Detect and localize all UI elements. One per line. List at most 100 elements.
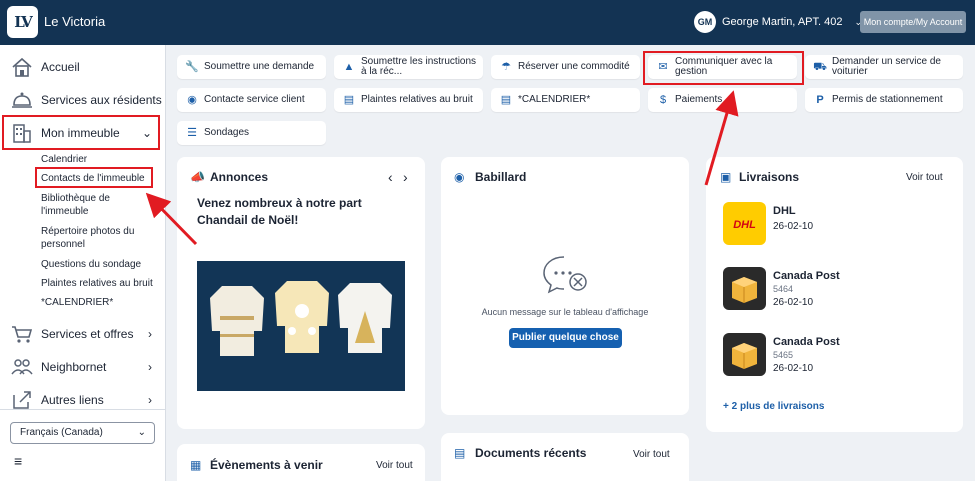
delivery-number: 5464 [773,284,794,294]
sidebar-item-label: Services aux résidents [41,93,162,107]
user-menu[interactable]: GM George Martin, APT. 402 ⌄ [694,10,862,34]
delivery-number: 5465 [773,350,794,360]
quick-action-paiements[interactable]: $ Paiements [648,88,797,112]
delivery-date: 26-02-10 [773,363,814,374]
people-icon [10,356,34,378]
sidebar-item-label: Services et offres [41,327,134,341]
highlight-box-communiquer [643,51,804,85]
prev-arrow-icon[interactable]: ‹ [388,169,393,185]
sub-item-calendrier[interactable]: Calendrier [41,153,159,166]
highlight-box-contacts [35,167,153,188]
document-icon: ▤ [500,94,512,106]
language-value: Français (Canada) [20,427,103,438]
package-box-icon [723,333,766,376]
document-icon: ▤ [454,446,466,460]
delivery-item[interactable]: Canada Post 5465 26-02-10 [723,333,923,381]
documents-title: Documents récents [475,446,587,460]
collapse-menu-icon[interactable]: ≡ [14,453,22,469]
livraisons-see-all-link[interactable]: Voir tout [906,172,943,183]
user-name: George Martin, APT. 402 [722,16,843,28]
sidebar-item-label: Accueil [41,60,80,74]
next-arrow-icon[interactable]: › [403,169,408,185]
quick-action-stationnement[interactable]: P Permis de stationnement [805,88,963,112]
umbrella-icon: ☂ [501,61,511,73]
quick-action-voiturier[interactable]: ⛟ Demander un service de voiturier [805,55,963,79]
chevron-down-icon: ⌄ [137,427,146,438]
home-icon [10,56,34,78]
sub-item-plaintes-bruit[interactable]: Plaintes relatives au bruit [41,277,159,290]
livraisons-title: Livraisons [739,170,800,184]
documents-see-all-link[interactable]: Voir tout [633,449,670,460]
evenements-title: Évènements à venir [210,458,323,472]
publish-button[interactable]: Publier quelque chose [509,328,622,348]
bell-desk-icon: ▲ [343,61,355,73]
annonce-headline[interactable]: Venez nombreux à notre part Chandail de … [197,195,407,229]
quick-action-label: Permis de stationnement [832,94,943,105]
documents-card: ▤ Documents récents Voir tout [441,433,689,481]
highlight-box-mon-immeuble [2,115,160,150]
parking-icon: P [816,94,824,106]
document-icon: ▤ [343,94,355,106]
sidebar-item-services-offres[interactable]: Services et offres › [0,319,166,349]
megaphone-icon: 📣 [190,170,205,184]
chat-icon: ◉ [454,170,465,184]
language-select[interactable]: Français (Canada) ⌄ [10,422,155,444]
quick-action-label: Réserver une commodité [518,61,630,72]
sidebar-item-services-residents[interactable]: Services aux résidents [0,85,166,115]
package-box-icon [723,267,766,310]
carrier-name: Canada Post [773,270,840,282]
sidebar-item-neighbornet[interactable]: Neighbornet › [0,352,166,382]
annonces-title: Annonces [210,170,269,184]
quick-action-plaintes-bruit[interactable]: ▤ Plaintes relatives au bruit [334,88,483,112]
chat-icon: ◉ [187,94,197,106]
sweaters-image[interactable] [197,261,405,391]
quick-action-soumettre-demande[interactable]: 🔧 Soumettre une demande [177,55,326,79]
sub-item-questions-sondage[interactable]: Questions du sondage [41,258,159,271]
package-icon: ▣ [720,170,732,184]
empty-chat-icon [542,255,590,300]
car-icon: ⛟ [813,61,827,73]
quick-action-label: Sondages [204,127,250,138]
calendar-icon: ▦ [190,458,202,472]
quick-action-label: Plaintes relatives au bruit [361,94,473,105]
more-deliveries-link[interactable]: + 2 plus de livraisons [723,401,824,412]
sub-item-bibliotheque[interactable]: Bibliothèque de l'immeuble [41,192,131,218]
delivery-date: 26-02-10 [773,221,814,232]
delivery-item[interactable]: Canada Post 5464 26-02-10 [723,267,923,315]
sidebar-item-accueil[interactable]: Accueil [0,52,166,82]
avatar: GM [694,11,716,33]
quick-action-label: Paiements [675,94,723,105]
evenements-card: ▦ Évènements à venir Voir tout [177,444,425,481]
quick-action-reserver[interactable]: ☂ Réserver une commodité [491,55,640,79]
top-bar: LV Le Victoria GM George Martin, APT. 40… [0,0,975,45]
annonces-card: 📣 Annonces ‹ › Venez nombreux à notre pa… [177,157,425,429]
bell-icon [10,89,34,111]
livraisons-card: ▣ Livraisons Voir tout DHL DHL 26-02-10 … [706,157,963,432]
sub-item-calendrier-special[interactable]: *CALENDRIER* [41,296,159,309]
quick-action-calendrier[interactable]: ▤ *CALENDRIER* [491,88,640,112]
quick-action-service-client[interactable]: ◉ Contacte service client [177,88,326,112]
my-account-button[interactable]: Mon compte/My Account [860,11,966,33]
delivery-item[interactable]: DHL DHL 26-02-10 [723,202,923,250]
empty-message: Aucun message sur le tableau d'affichage [481,307,649,317]
app-logo[interactable]: LV [7,6,38,38]
delivery-date: 26-02-10 [773,297,814,308]
chevron-right-icon: › [148,393,152,407]
carrier-name: Canada Post [773,336,840,348]
cart-icon [10,323,34,345]
svg-text:DHL: DHL [733,219,756,231]
sidebar-item-label: Neighbornet [41,360,107,374]
carrier-name: DHL [773,205,796,217]
chevron-right-icon: › [148,327,152,341]
sidebar: Accueil Services aux résidents Mon immeu… [0,45,166,481]
quick-action-label: Soumettre une demande [204,61,315,72]
evenements-see-all-link[interactable]: Voir tout [376,460,413,471]
app-title: Le Victoria [44,14,106,29]
dhl-logo: DHL [723,202,766,245]
quick-action-instructions[interactable]: ▲ Soumettre les instructions à la réc... [334,55,483,79]
quick-action-label: Soumettre les instructions à la réc... [361,56,477,77]
sub-item-repertoire-photos[interactable]: Répertoire photos du personnel [41,225,141,251]
quick-action-label: Contacte service client [204,94,305,105]
sidebar-item-autres-liens[interactable]: Autres liens › [0,385,166,415]
quick-action-sondages[interactable]: ☰ Sondages [177,121,326,145]
